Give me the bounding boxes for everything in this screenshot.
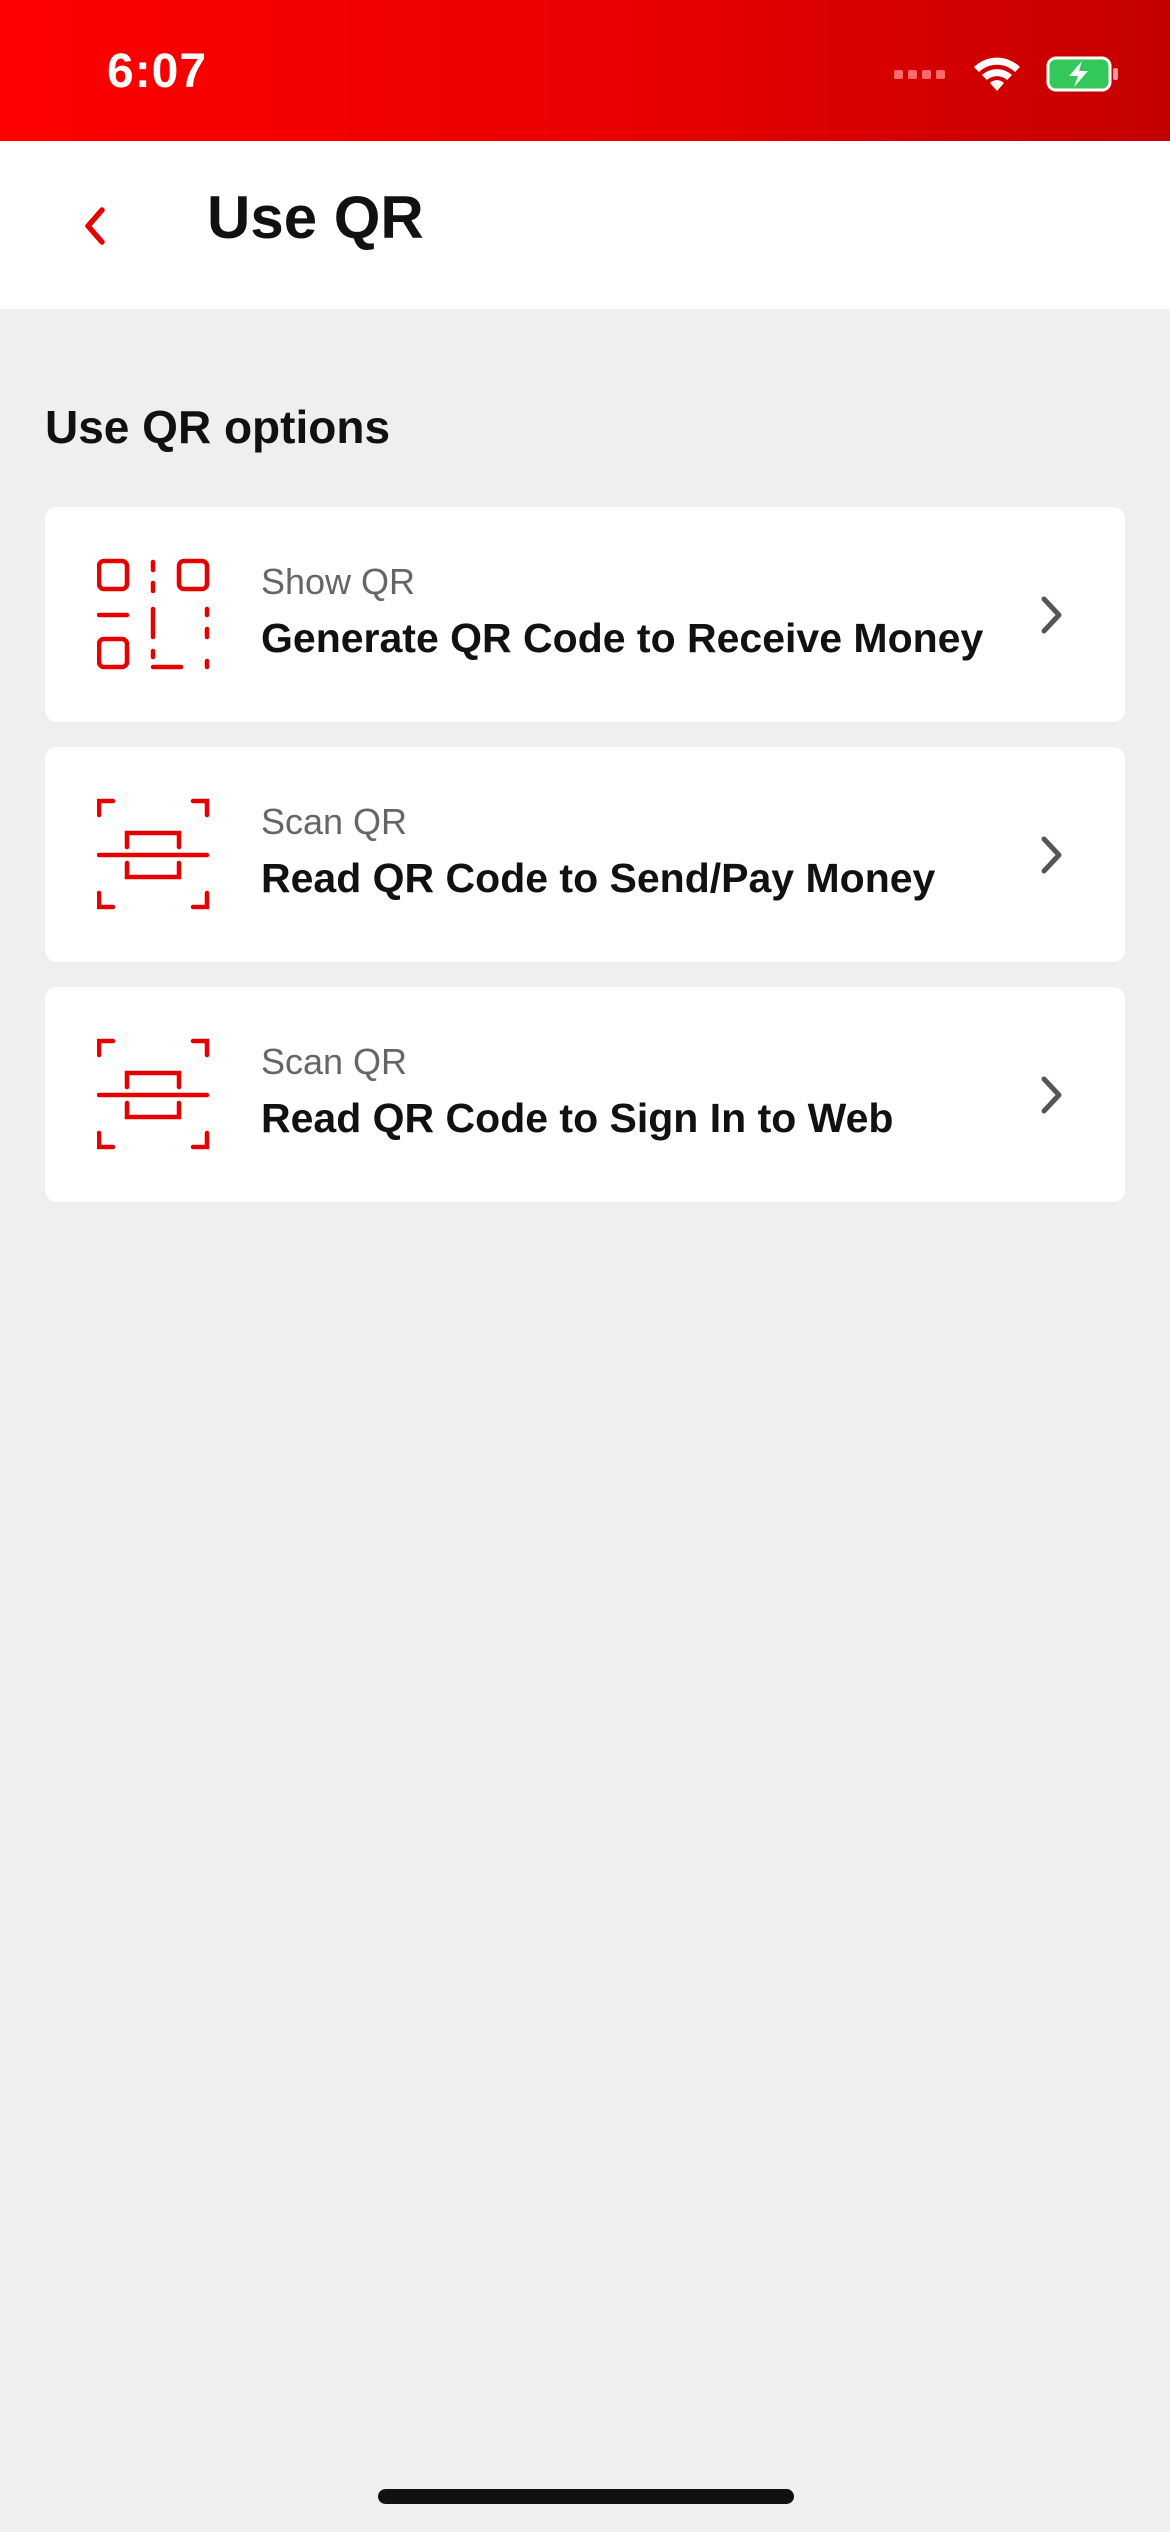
chevron-left-icon <box>85 207 105 245</box>
option-title: Read QR Code to Sign In to Web <box>261 1095 894 1141</box>
back-button[interactable] <box>64 191 124 261</box>
qr-code-icon <box>97 558 210 670</box>
option-subtitle: Show QR <box>261 561 416 602</box>
header: Use QR <box>0 141 1170 309</box>
option-subtitle: Scan QR <box>261 1041 408 1082</box>
chevron-right-icon <box>1041 596 1062 634</box>
wifi-icon <box>974 57 1020 91</box>
chevron-right-icon <box>1041 1076 1062 1114</box>
home-indicator[interactable] <box>378 2489 794 2504</box>
chevron-right-icon <box>1041 836 1062 874</box>
qr-scan-icon <box>97 798 210 910</box>
status-time: 6:07 <box>107 45 208 98</box>
show-qr-option[interactable]: Show QR Generate QR Code to Receive Mone… <box>45 507 1125 722</box>
option-title: Read QR Code to Send/Pay Money <box>261 855 936 901</box>
option-title: Generate QR Code to Receive Money <box>261 615 984 661</box>
page-title: Use QR <box>207 184 424 251</box>
scan-qr-pay-option[interactable]: Scan QR Read QR Code to Send/Pay Money <box>45 747 1125 962</box>
status-icons <box>894 52 1120 96</box>
option-subtitle: Scan QR <box>261 801 408 842</box>
cellular-signal-icon <box>894 70 945 79</box>
scan-qr-sign-in-option[interactable]: Scan QR Read QR Code to Sign In to Web <box>45 987 1125 1202</box>
section-title: Use QR options <box>45 401 391 453</box>
qr-scan-icon <box>97 1038 210 1150</box>
status-bar: 6:07 <box>0 0 1170 141</box>
battery-charging-icon <box>1046 56 1118 92</box>
